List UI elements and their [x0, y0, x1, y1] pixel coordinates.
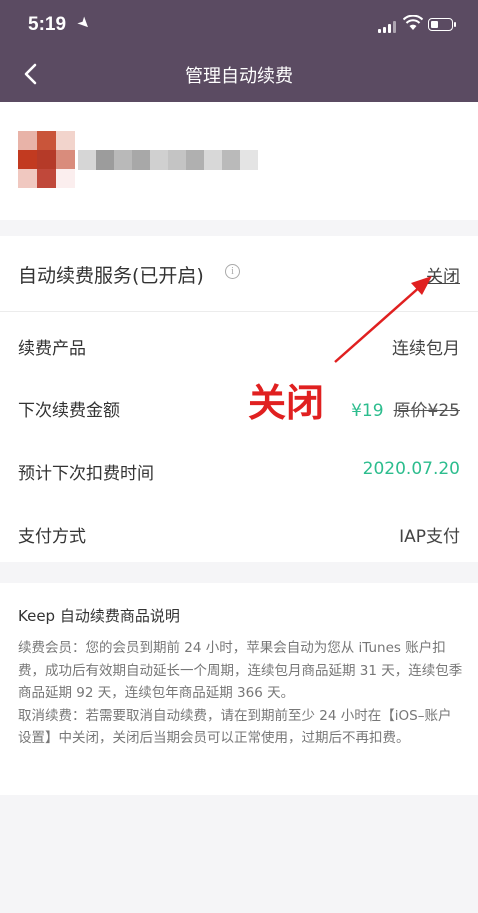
avatar [18, 131, 75, 188]
original-price: 原价¥25 [393, 401, 460, 421]
wifi-icon [403, 15, 423, 30]
payment-method-row: 支付方式 IAP支付 [0, 502, 478, 564]
renew-product-label: 续费产品 [18, 339, 86, 359]
payment-method-label: 支付方式 [18, 527, 86, 547]
next-charge-date-row: 预计下次扣费时间 2020.07.20 [0, 439, 478, 501]
username-blurred [78, 150, 268, 170]
description-body: 续费会员：您的会员到期前 24 小时，苹果会自动为您从 iTunes 账户扣费，… [18, 637, 463, 750]
next-charge-date-label: 预计下次扣费时间 [18, 464, 154, 484]
description-card: Keep 自动续费商品说明 续费会员：您的会员到期前 24 小时，苹果会自动为您… [0, 583, 478, 795]
payment-method-value: IAP支付 [399, 527, 460, 547]
description-paragraph: 取消续费：若需要取消自动续费，请在到期前至少 24 小时在【iOS–账户设置】中… [18, 707, 452, 747]
description-paragraph: 续费会员：您的会员到期前 24 小时，苹果会自动为您从 iTunes 账户扣费，… [18, 640, 463, 701]
location-arrow-icon: ➤ [73, 12, 96, 34]
renew-product-row: 续费产品 连续包月 [0, 314, 478, 376]
annotation-label: 关闭 [248, 381, 325, 425]
next-renew-amount-row: 下次续费金额 ¥19 原价¥25 [0, 376, 478, 438]
service-status-label: 自动续费服务(已开启) [18, 265, 204, 287]
page-title: 管理自动续费 [185, 66, 293, 87]
navigation-header: 5:19 ➤ 管理自动续费 [0, 0, 478, 102]
auto-renew-card: 自动续费服务(已开启) i 关闭 续费产品 连续包月 下次续费金额 ¥19 原价¥… [0, 236, 478, 562]
next-charge-date-value: 2020.07.20 [362, 459, 460, 479]
cellular-signal-icon [378, 21, 398, 33]
status-time: 5:19 [28, 14, 67, 35]
renew-product-value: 连续包月 [392, 339, 460, 359]
description-title: Keep 自动续费商品说明 [18, 607, 180, 625]
close-auto-renew-link[interactable]: 关闭 [426, 262, 460, 287]
battery-icon [428, 18, 456, 31]
info-icon[interactable]: i [225, 264, 240, 279]
current-price: ¥19 [351, 401, 384, 421]
status-bar: 5:19 ➤ [0, 0, 478, 50]
user-profile-card [0, 102, 478, 220]
auto-renew-service-row: 自动续费服务(已开启) i 关闭 [0, 236, 478, 312]
next-renew-amount-label: 下次续费金额 [18, 401, 120, 421]
next-renew-amount-value: ¥19 原价¥25 [351, 396, 460, 421]
